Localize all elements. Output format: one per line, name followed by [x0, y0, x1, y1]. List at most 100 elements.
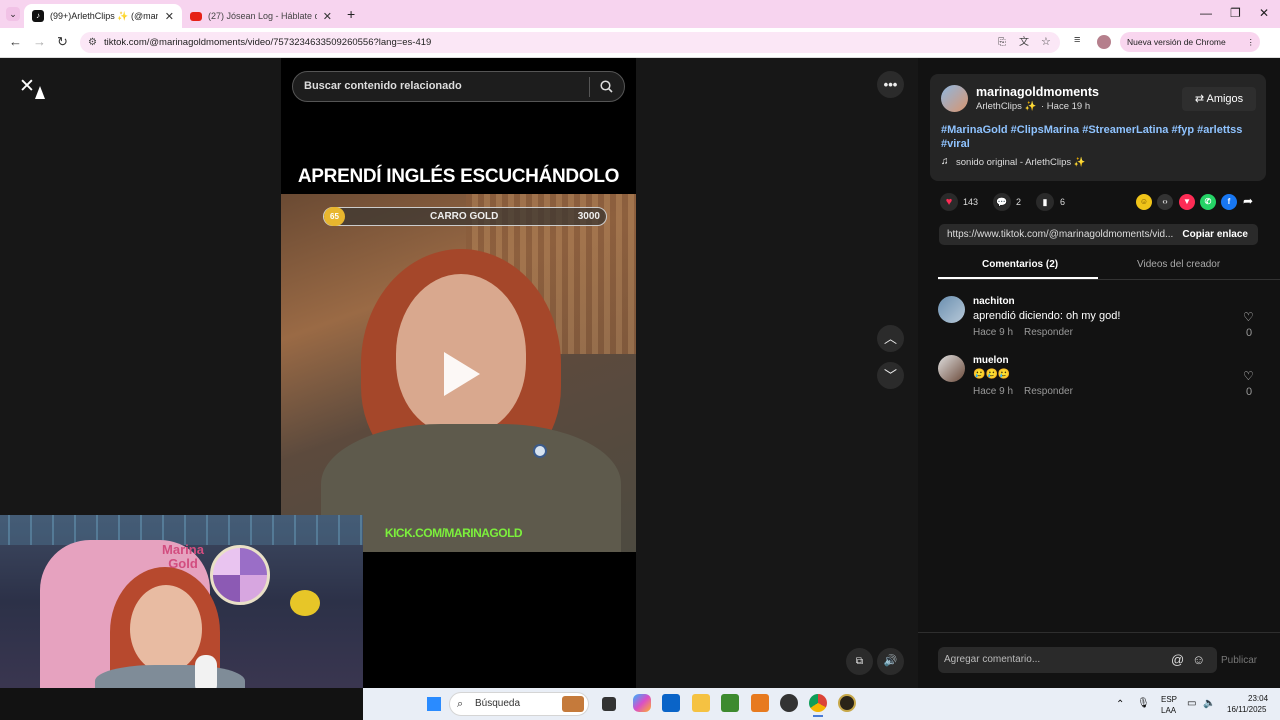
comment-like-icon[interactable]: ♡ [1243, 369, 1254, 383]
install-icon[interactable]: ⎘ [998, 32, 1006, 53]
address-bar[interactable]: ⚙ tiktok.com/@marinagoldmoments/video/75… [80, 32, 1060, 53]
webcam-overlay: Marina Gold [0, 515, 363, 688]
store-icon[interactable] [662, 694, 680, 712]
back-icon[interactable]: ← [9, 34, 22, 49]
search-placeholder: Buscar contenido relacionado [304, 80, 462, 92]
clock-time[interactable]: 23:04 [1248, 694, 1268, 703]
language-top[interactable]: ESP [1161, 695, 1177, 704]
reading-list-icon[interactable]: ≡ [1074, 34, 1080, 46]
friends-button[interactable]: ⇄ Amigos [1182, 87, 1256, 111]
tab-divider [938, 279, 1280, 280]
url-text: tiktok.com/@marinagoldmoments/video/7573… [104, 37, 432, 48]
post-link: https://www.tiktok.com/@marinagoldmoment… [947, 229, 1174, 240]
close-window-icon[interactable]: ✕ [1259, 6, 1269, 20]
forward-icon[interactable]: → [33, 34, 46, 49]
profile-avatar[interactable] [1097, 35, 1111, 49]
shirt-pin-icon [533, 444, 547, 458]
speaker-icon[interactable]: 🔈 [1203, 698, 1215, 709]
search-highlight-icon [562, 696, 584, 712]
app-orange-icon[interactable] [751, 694, 769, 712]
show-hidden-icons[interactable]: ⌃ [1116, 699, 1124, 710]
tab-creator-videos[interactable]: Videos del creador [1137, 259, 1220, 270]
comment-text: aprendió diciendo: oh my god! [973, 310, 1121, 322]
emoji-icon[interactable]: ☺ [1192, 647, 1205, 673]
post-link-field[interactable]: https://www.tiktok.com/@marinagoldmoment… [939, 224, 1258, 245]
reply-button[interactable]: Responder [1024, 386, 1073, 397]
language-bottom[interactable]: LAA [1161, 706, 1176, 715]
sound-name[interactable]: sonido original - ArlethClips ✨ [956, 157, 1086, 168]
translate-icon[interactable]: 文 [1019, 32, 1029, 53]
close-viewer-icon[interactable]: ✕ [19, 75, 35, 98]
friend-share-icon[interactable]: ☺ [1136, 194, 1152, 210]
tab-youtube[interactable]: (27) Jósean Log - Háblate de M ✕ [182, 4, 340, 28]
comment-username[interactable]: muelon [973, 355, 1009, 366]
network-icon[interactable]: ▭ [1187, 698, 1196, 709]
taskbar-search[interactable]: ⌕ Búsqueda [449, 692, 589, 716]
streamer-face [130, 585, 202, 673]
creator-username[interactable]: marinagoldmoments [976, 85, 1099, 99]
tab-comments[interactable]: Comentarios (2) [982, 259, 1058, 270]
copy-link-button[interactable]: Copiar enlace [1182, 224, 1248, 245]
comment-like-count: 0 [1246, 386, 1253, 398]
file-explorer-icon[interactable] [692, 694, 710, 712]
chrome-update-button[interactable]: Nueva versión de Chrome disponible⋮ [1120, 32, 1260, 67]
new-tab-icon[interactable]: + [347, 6, 355, 22]
site-settings-icon[interactable]: ⚙ [88, 32, 97, 53]
composer-divider [918, 632, 1280, 633]
comment-like-icon[interactable]: ♡ [1243, 310, 1254, 324]
search-icon: ⌕ [457, 698, 464, 710]
volume-button[interactable]: 🔊 [877, 648, 904, 675]
whatsapp-icon[interactable]: ✆ [1200, 194, 1216, 210]
tab-search-button[interactable]: ⌄ [6, 7, 20, 21]
comment-time: Hace 9 h [973, 386, 1014, 397]
friends-icon: ⇄ [1194, 93, 1205, 105]
comment-input[interactable]: Agregar comentario... @ ☺ [938, 647, 1217, 673]
creator-display-name[interactable]: ArlethClips ✨ [976, 101, 1036, 112]
like-count: 143 [963, 197, 979, 207]
play-icon[interactable] [444, 352, 480, 396]
pip-button[interactable]: ⧉ [846, 648, 873, 675]
reply-button[interactable]: Responder [1024, 327, 1073, 338]
related-search-input[interactable]: Buscar contenido relacionado [292, 71, 625, 102]
comment-text: 🥲🥲🥲 [973, 369, 1011, 380]
task-view-icon[interactable] [602, 697, 616, 711]
clock-date[interactable]: 16/11/2025 [1227, 705, 1266, 714]
bookmark-icon[interactable]: ▮ [1036, 193, 1054, 211]
share-arrow-icon[interactable]: ➦ [1243, 194, 1253, 208]
minimize-icon[interactable]: — [1200, 6, 1212, 20]
bookmark-star-icon[interactable]: ☆ [1041, 32, 1051, 53]
like-icon[interactable]: ♥ [940, 193, 958, 211]
embed-icon[interactable]: ‹› [1157, 194, 1173, 210]
close-tab-icon[interactable]: ✕ [317, 10, 332, 23]
comment-avatar[interactable] [938, 355, 965, 382]
chrome-icon[interactable] [809, 694, 827, 712]
tab-tiktok[interactable]: ♪ (99+)ArlethClips ✨ (@marinag ✕ [24, 4, 182, 28]
prize-wheel [210, 545, 270, 605]
close-tab-icon[interactable]: ✕ [159, 10, 174, 23]
restore-icon[interactable]: ❐ [1230, 6, 1241, 20]
app-dark-icon[interactable] [780, 694, 798, 712]
creator-avatar[interactable] [941, 85, 968, 112]
post-hashtags[interactable]: #MarinaGold #ClipsMarina #StreamerLatina… [941, 123, 1251, 151]
send-icon[interactable]: ▼ [1179, 194, 1195, 210]
microphone-icon[interactable]: 🎙 [1137, 698, 1150, 709]
more-menu-icon[interactable]: ⋮ [1247, 32, 1256, 52]
comment-icon[interactable]: 💬 [993, 193, 1011, 211]
comment-placeholder: Agregar comentario... [944, 654, 1041, 665]
reload-icon[interactable]: ↻ [57, 34, 68, 50]
comment-username[interactable]: nachiton [973, 296, 1015, 307]
mention-icon[interactable]: @ [1171, 647, 1184, 673]
video-headline: APRENDÍ INGLÉS ESCUCHÁNDOLO [297, 166, 620, 187]
windows-start-icon[interactable] [426, 696, 442, 712]
facebook-icon[interactable]: f [1221, 194, 1237, 210]
app-gold-icon[interactable] [838, 694, 856, 712]
fairy-lights [0, 515, 363, 545]
next-video-button[interactable]: ﹀ [877, 362, 904, 389]
search-icon[interactable] [600, 80, 613, 93]
publish-button[interactable]: Publicar [1221, 655, 1257, 666]
comment-avatar[interactable] [938, 296, 965, 323]
more-options-button[interactable]: ••• [877, 71, 904, 98]
copilot-icon[interactable] [633, 694, 651, 712]
previous-video-button[interactable]: ︿ [877, 325, 904, 352]
minecraft-icon[interactable] [721, 694, 739, 712]
